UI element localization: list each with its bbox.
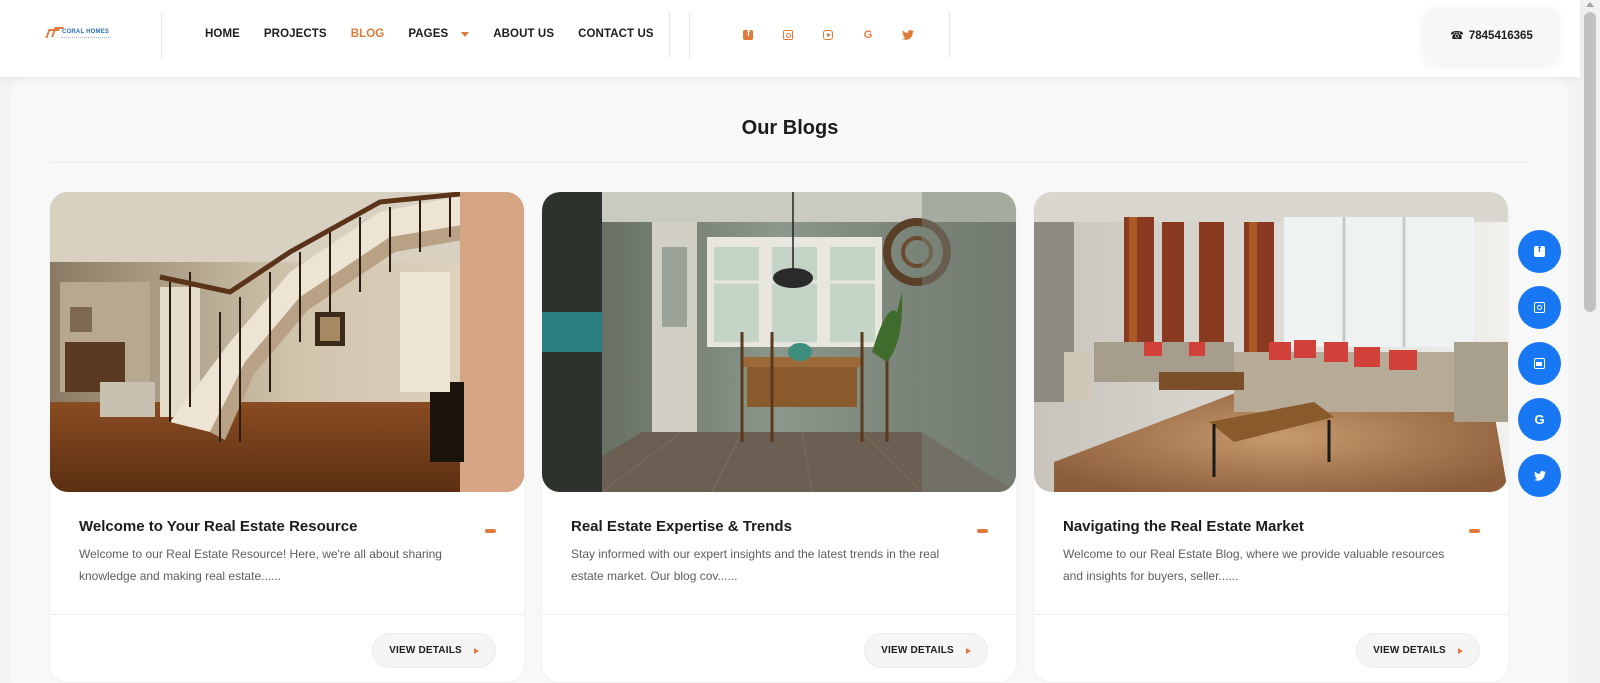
- view-details-button[interactable]: VIEW DETAILS: [372, 633, 496, 668]
- site-header: CORAL HOMES HOME PROJECTS BLOG PAGES ABO…: [0, 0, 1580, 77]
- float-google-icon[interactable]: G: [1518, 398, 1561, 441]
- chevron-down-icon: [461, 31, 470, 37]
- arrow-right-icon: [1457, 647, 1463, 654]
- blog-card-title[interactable]: Real Estate Expertise & Trends: [571, 518, 792, 535]
- page-title: Our Blogs: [741, 117, 839, 139]
- blog-card-excerpt: Welcome to our Real Estate Resource! Her…: [79, 547, 442, 583]
- title-divider: [49, 162, 1529, 163]
- logo-tagline: [61, 37, 111, 39]
- view-details-button[interactable]: VIEW DETAILS: [1356, 633, 1480, 668]
- phone-number: 7845416365: [1468, 29, 1533, 42]
- divider: [949, 12, 950, 58]
- phone-button[interactable]: ☎ 7845416365: [1425, 8, 1558, 63]
- header-socials: G: [741, 28, 941, 42]
- scroll-thumb[interactable]: [1584, 12, 1596, 312]
- divider: [689, 12, 690, 58]
- arrow-right-icon: [473, 647, 479, 654]
- view-details-label: VIEW DETAILS: [1373, 645, 1446, 656]
- blog-card-image[interactable]: [1034, 192, 1508, 492]
- nav-contact-us[interactable]: CONTACT US: [578, 28, 654, 40]
- nav-pages[interactable]: PAGES: [408, 28, 470, 40]
- logo-text: CORAL HOMES: [62, 28, 110, 35]
- nav-about-us[interactable]: ABOUT US: [493, 28, 554, 40]
- blog-card-image[interactable]: [542, 192, 1016, 492]
- blog-card: Real Estate Expertise & Trends Stay info…: [542, 192, 1016, 682]
- view-details-label: VIEW DETAILS: [389, 645, 462, 656]
- card-divider: [1034, 614, 1508, 615]
- blog-card-excerpt: Welcome to our Real Estate Blog, where w…: [1063, 547, 1445, 583]
- arrow-right-icon: [965, 647, 971, 654]
- youtube-icon[interactable]: [821, 28, 835, 42]
- accent-dash: [1469, 529, 1480, 533]
- logo[interactable]: CORAL HOMES: [47, 27, 111, 39]
- scroll-up-icon[interactable]: [1586, 2, 1594, 7]
- float-twitter-icon[interactable]: [1518, 454, 1561, 497]
- nav-blog[interactable]: BLOG: [351, 28, 385, 40]
- view-details-label: VIEW DETAILS: [881, 645, 954, 656]
- accent-dash: [977, 529, 988, 533]
- nav-pages-label: PAGES: [408, 28, 449, 40]
- float-instagram-icon[interactable]: [1518, 286, 1561, 329]
- card-divider: [50, 614, 524, 615]
- twitter-icon[interactable]: [901, 28, 915, 42]
- blog-card-image[interactable]: [50, 192, 524, 492]
- blog-card-title[interactable]: Welcome to Your Real Estate Resource: [79, 518, 357, 535]
- blog-card: Navigating the Real Estate Market Welcom…: [1034, 192, 1508, 682]
- nav-projects[interactable]: PROJECTS: [264, 28, 327, 40]
- card-divider: [542, 614, 1016, 615]
- main-nav: HOME PROJECTS BLOG PAGES ABOUT US CONTAC…: [205, 28, 678, 40]
- divider: [669, 12, 670, 58]
- phone-icon: ☎: [1450, 30, 1464, 42]
- nav-home[interactable]: HOME: [205, 28, 240, 40]
- divider: [161, 12, 162, 58]
- accent-dash: [485, 529, 496, 533]
- blog-card-title[interactable]: Navigating the Real Estate Market: [1063, 518, 1304, 535]
- view-details-button[interactable]: VIEW DETAILS: [864, 633, 988, 668]
- instagram-icon[interactable]: [781, 28, 795, 42]
- google-icon[interactable]: G: [861, 28, 875, 42]
- logo-mark-icon: [47, 27, 61, 36]
- facebook-icon[interactable]: [741, 28, 755, 42]
- scrollbar[interactable]: [1580, 0, 1600, 683]
- blog-card: Welcome to Your Real Estate Resource Wel…: [50, 192, 524, 682]
- float-facebook-icon[interactable]: [1518, 230, 1561, 273]
- float-youtube-icon[interactable]: [1518, 342, 1561, 385]
- blog-card-excerpt: Stay informed with our expert insights a…: [571, 547, 940, 583]
